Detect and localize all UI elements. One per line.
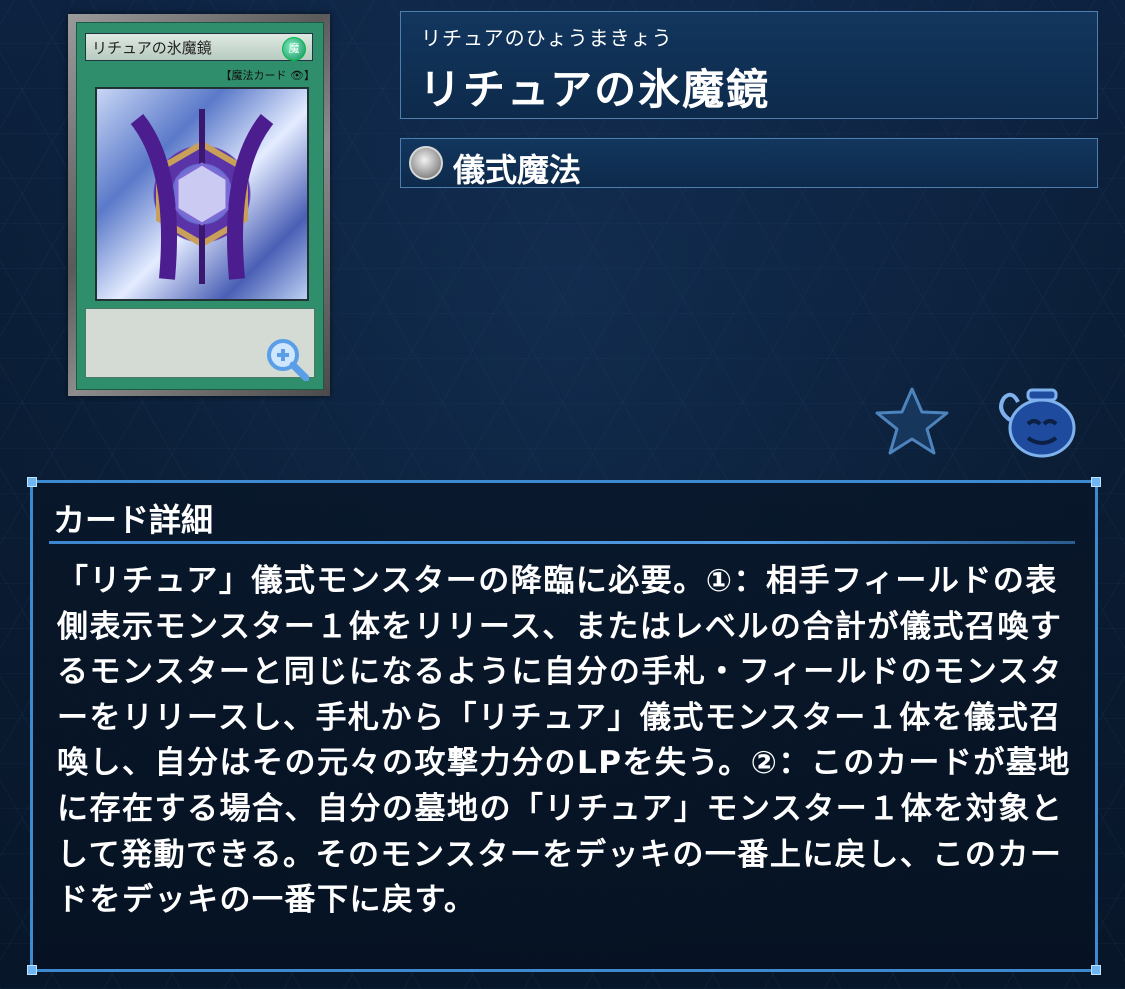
card-effect-text: 「リチュア」儀式モンスターの降臨に必要。①：相手フィールドの表側表示モンスター１…: [57, 563, 1071, 919]
ritual-spell-icon: [409, 146, 443, 180]
card-image-type: 【魔法カード 👁】: [220, 69, 315, 82]
card-detail-panel: カード詳細 「リチュア」儀式モンスターの降臨に必要。①：相手フィールドの表側表示…: [27, 477, 1101, 975]
star-icon[interactable]: [872, 385, 952, 455]
panel-corner: [27, 477, 37, 487]
panel-corner: [1091, 965, 1101, 975]
card-type-label: 儀式魔法: [453, 151, 582, 189]
card-title: リチュアの氷魔鏡: [419, 65, 771, 114]
card-image-name: リチュアの氷魔鏡 魔: [85, 33, 313, 61]
mirror-artwork-icon: [130, 109, 274, 284]
panel-corner: [1091, 477, 1101, 487]
card-artwork: [95, 87, 309, 301]
card-attribute-icon: 魔: [282, 37, 306, 61]
card-image[interactable]: リチュアの氷魔鏡 魔 【魔法カード 👁】: [68, 14, 330, 396]
zoom-in-icon[interactable]: [265, 337, 310, 382]
divider: [49, 541, 1075, 544]
card-face: リチュアの氷魔鏡 魔 【魔法カード 👁】: [76, 22, 324, 390]
panel-corner: [27, 965, 37, 975]
card-reading: リチュアのひょうまきょう: [421, 26, 673, 50]
card-name-plate: リチュアのひょうまきょう リチュアの氷魔鏡: [400, 11, 1098, 119]
card-image-name-text: リチュアの氷魔鏡: [92, 39, 212, 57]
pot-of-greed-icon[interactable]: [992, 380, 1082, 460]
detail-heading: カード詳細: [53, 501, 214, 539]
card-type-plate: 儀式魔法: [400, 138, 1098, 189]
